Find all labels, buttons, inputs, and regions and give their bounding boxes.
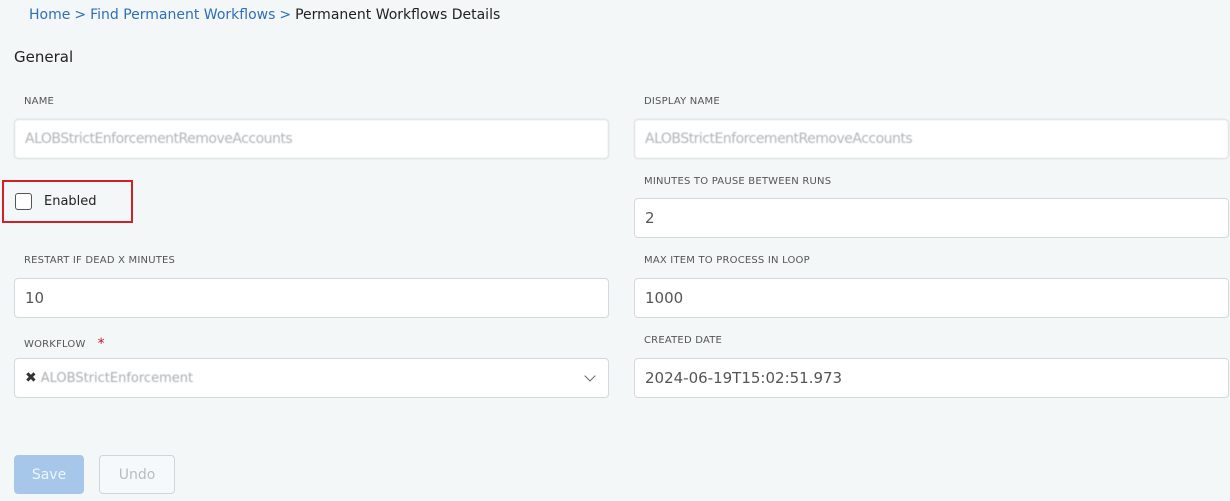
required-star-icon: * — [97, 336, 105, 352]
workflow-select[interactable]: ✖ ALOBStrictEnforcement — [14, 358, 609, 398]
permanent-workflow-details-page: Home > Find Permanent Workflows > Permanent … — [0, 0, 1230, 501]
restart-dead-input[interactable]: 10 — [14, 278, 609, 318]
section-title-general: General — [14, 48, 74, 66]
enabled-label[interactable]: Enabled — [44, 194, 97, 209]
max-items-label: MAX ITEM TO PROCESS IN LOOP — [644, 255, 810, 266]
undo-button[interactable]: Undo — [99, 455, 175, 494]
max-items-input[interactable]: 1000 — [634, 278, 1229, 318]
name-input[interactable]: ALOBStrictEnforcementRemoveAccounts — [14, 119, 609, 159]
breadcrumb-current: Permanent Workflows Details — [295, 7, 501, 23]
minutes-pause-label: MINUTES TO PAUSE BETWEEN RUNS — [644, 176, 832, 187]
minutes-pause-input[interactable]: 2 — [634, 198, 1229, 238]
save-button[interactable]: Save — [14, 455, 84, 494]
clear-icon[interactable]: ✖ — [25, 370, 37, 386]
enabled-checkbox-highlight: Enabled — [2, 180, 133, 223]
workflow-select-value: ALOBStrictEnforcement — [40, 370, 194, 386]
workflow-label-text: WORKFLOW — [24, 339, 86, 350]
workflow-label: WORKFLOW * — [24, 335, 105, 352]
breadcrumb-separator: > — [279, 7, 292, 23]
created-date-input: 2024-06-19T15:02:51.973 — [634, 358, 1229, 398]
breadcrumb-find-workflows-link[interactable]: Find Permanent Workflows — [90, 7, 275, 23]
enabled-checkbox[interactable] — [15, 193, 32, 210]
workflow-select-value-wrap: ✖ ALOBStrictEnforcement — [25, 370, 193, 386]
created-date-label: CREATED DATE — [644, 335, 723, 346]
breadcrumb-separator: > — [74, 7, 87, 23]
display-name-input[interactable]: ALOBStrictEnforcementRemoveAccounts — [634, 119, 1229, 159]
breadcrumb-home-link[interactable]: Home — [29, 7, 70, 23]
display-name-label: DISPLAY NAME — [644, 96, 720, 107]
chevron-down-icon[interactable] — [584, 370, 596, 382]
restart-dead-label: RESTART IF DEAD X MINUTES — [24, 255, 176, 266]
name-label: NAME — [24, 96, 55, 107]
breadcrumb: Home > Find Permanent Workflows > Permanent … — [29, 6, 500, 24]
